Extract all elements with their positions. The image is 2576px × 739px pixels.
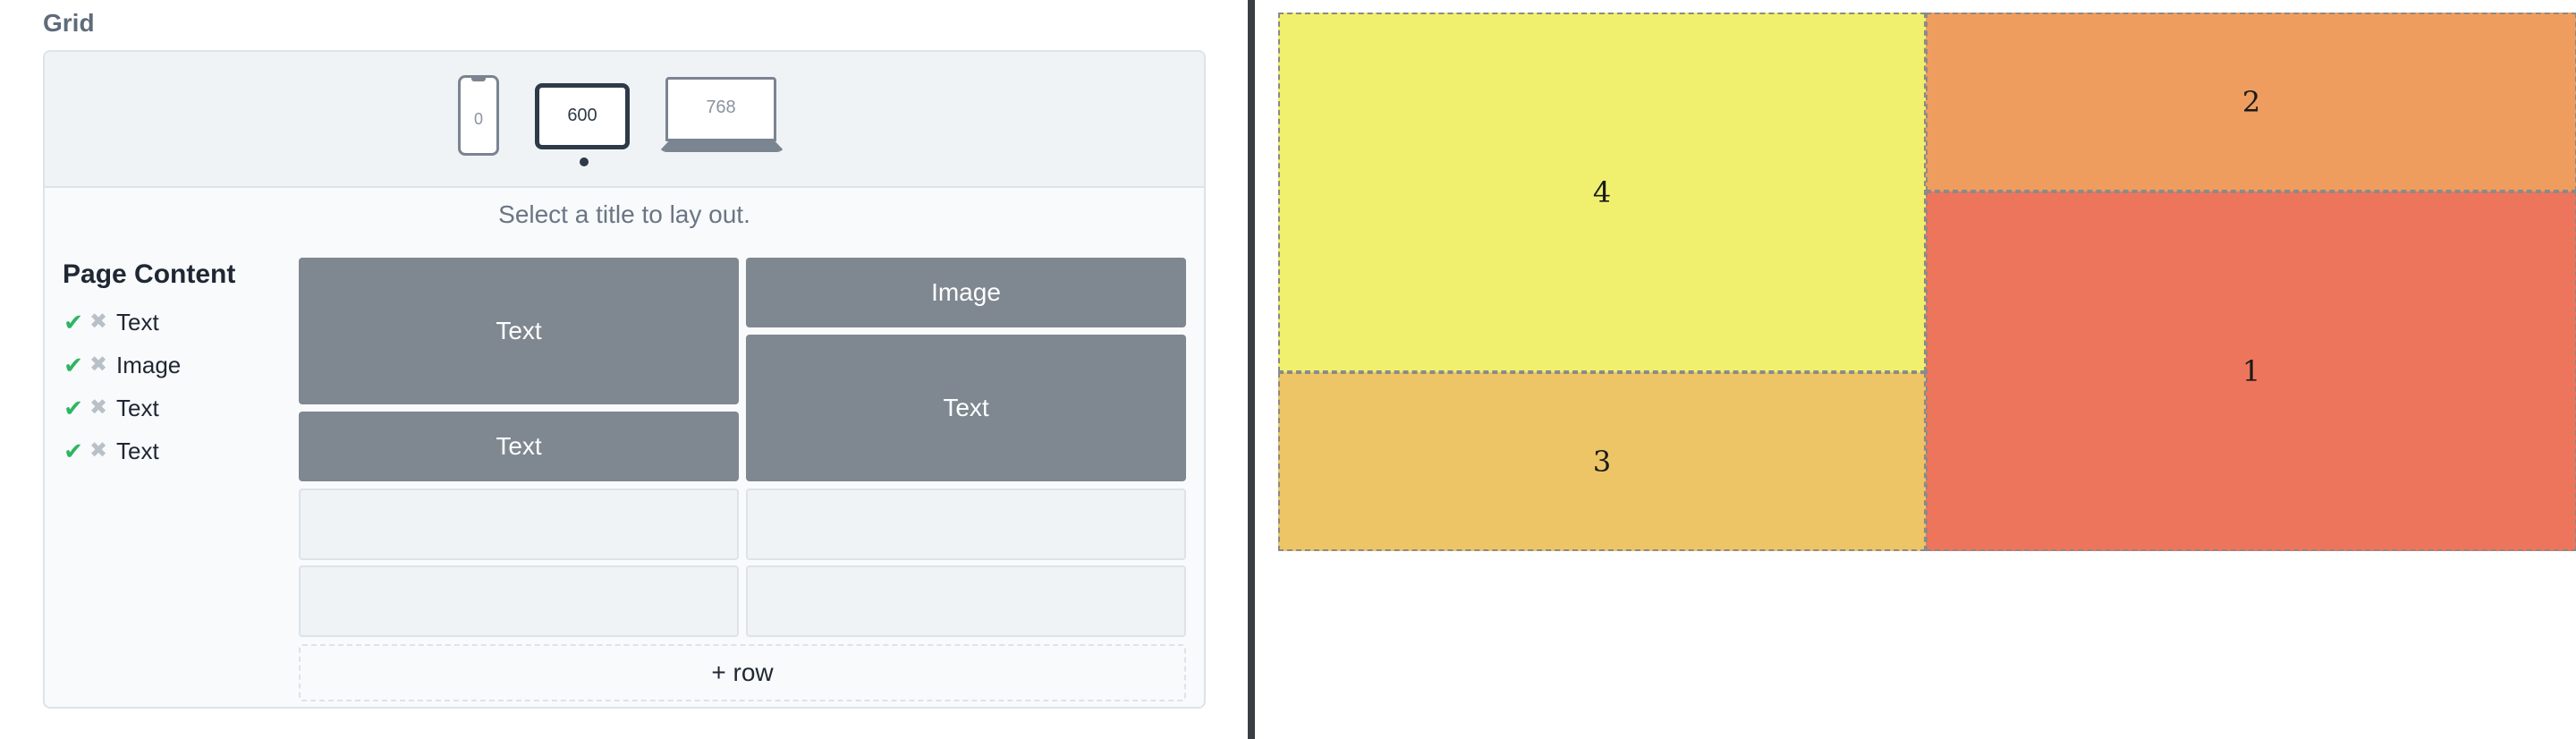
x-icon[interactable]: ✖ [88,440,109,462]
grid-panel: 0 600 768 Select a title to lay out. Pag… [43,50,1206,709]
selected-indicator [580,157,589,166]
preview-tile: 3 [1278,372,1926,551]
check-icon[interactable]: ✔ [63,396,84,420]
check-icon[interactable]: ✔ [63,310,84,334]
grid-editor: Grid 0 600 768 Select a title to lay out… [0,0,1248,739]
grid-cell-text[interactable]: Text [299,412,739,481]
list-item: ✔ ✖ Text [63,301,181,344]
layout-preview: 4 2 1 3 [1255,0,2576,739]
page-content-heading: Page Content [63,259,236,289]
list-item: ✔ ✖ Text [63,386,181,429]
list-item: ✔ ✖ Image [63,344,181,386]
phone-notch [471,76,486,81]
grid-cell-empty[interactable] [746,488,1186,560]
grid-cell-image[interactable]: Image [746,258,1186,327]
pane-divider[interactable] [1248,0,1255,739]
tablet-breakpoint-button[interactable]: 600 [535,83,630,149]
grid-cell-empty[interactable] [746,565,1186,637]
grid-cell-empty[interactable] [299,488,739,560]
phone-breakpoint-label: 0 [473,110,483,128]
list-item: ✔ ✖ Text [63,429,181,472]
check-icon[interactable]: ✔ [63,353,84,377]
laptop-breakpoint-button[interactable]: 768 [665,77,776,141]
preview-tile: 2 [1926,13,2576,191]
tablet-breakpoint-label: 600 [567,106,597,125]
list-item-label: Text [116,394,159,421]
preview-tile: 4 [1278,13,1926,372]
grid-cell-text[interactable]: Text [746,335,1186,481]
list-item-label: Image [116,351,182,378]
check-icon[interactable]: ✔ [63,439,84,463]
x-icon[interactable]: ✖ [88,397,109,419]
laptop-breakpoint-label: 768 [706,98,736,117]
x-icon[interactable]: ✖ [88,354,109,376]
add-row-button[interactable]: + row [299,644,1186,701]
list-item-label: Text [116,437,159,464]
x-icon[interactable]: ✖ [88,311,109,333]
grid-cell-text[interactable]: Text [299,258,739,404]
layout-instruction: Select a title to lay out. [498,200,750,228]
preview-tile: 1 [1926,191,2576,551]
grid-cell-empty[interactable] [299,565,739,637]
phone-breakpoint-button[interactable]: 0 [458,75,499,156]
page-content-list: ✔ ✖ Text ✔ ✖ Image ✔ ✖ Text ✔ ✖ Text [63,301,181,472]
device-selector: 0 600 768 [45,52,1204,188]
section-title: Grid [43,9,95,37]
laptop-base-icon [658,141,785,152]
list-item-label: Text [116,308,159,336]
